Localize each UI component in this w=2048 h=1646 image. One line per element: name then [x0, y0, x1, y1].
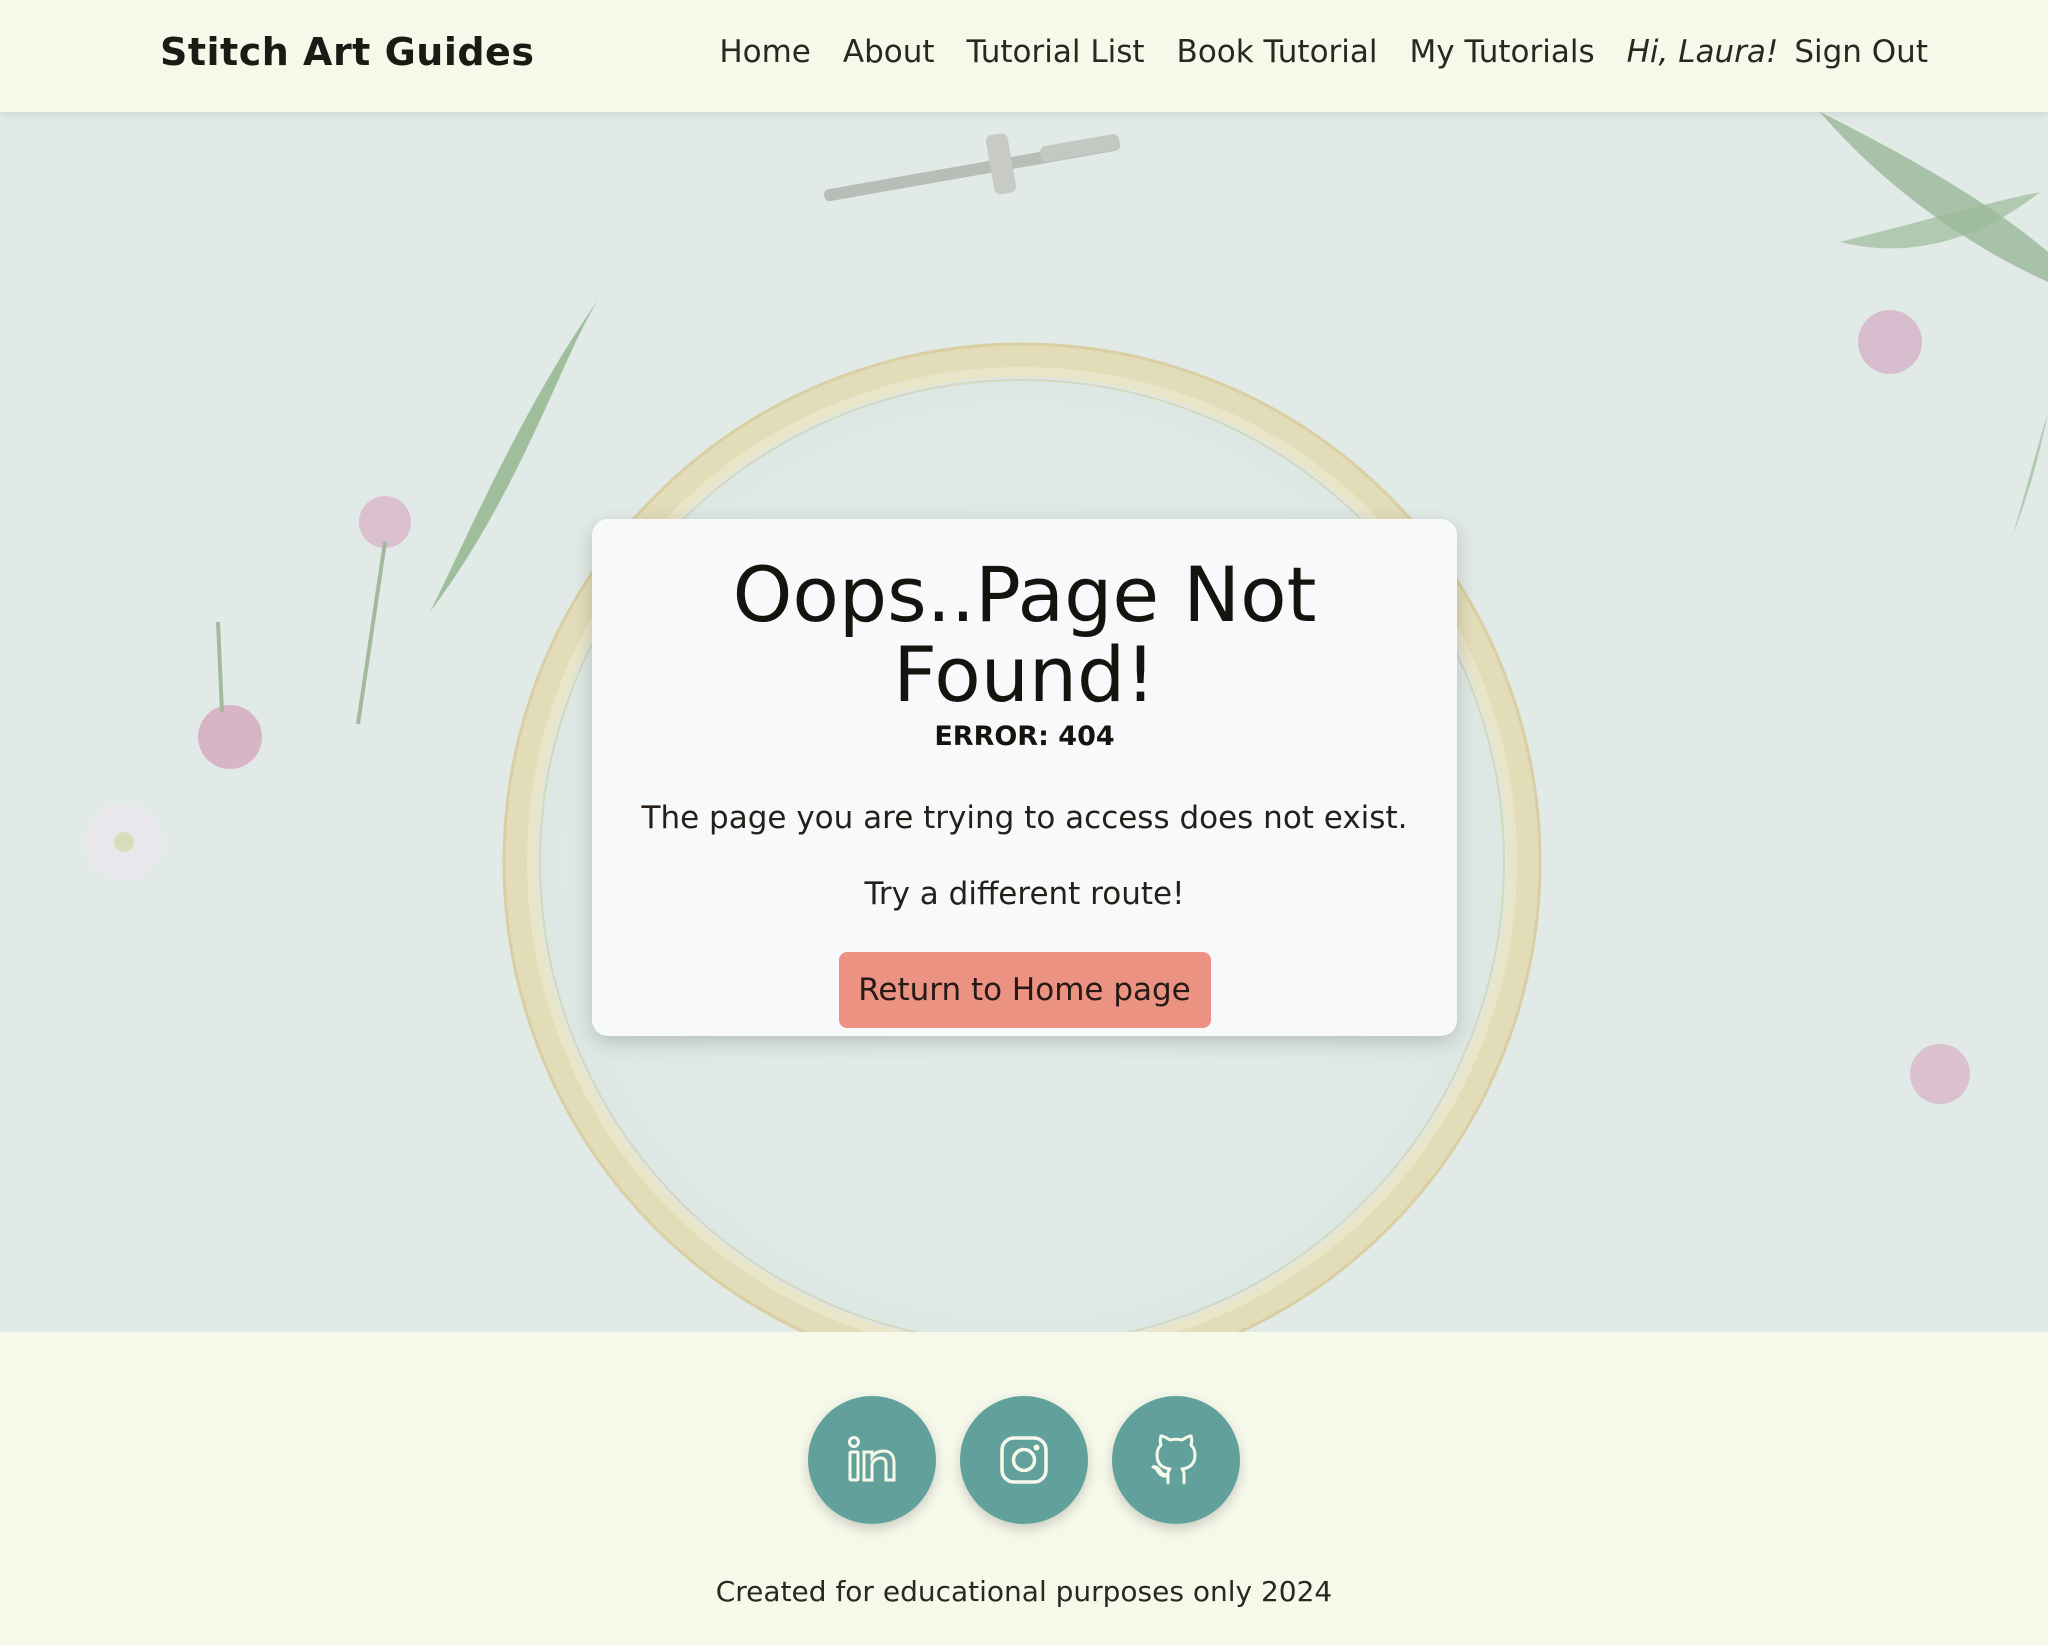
nav-tutorial-list[interactable]: Tutorial List — [967, 34, 1145, 70]
nav-book-tutorial[interactable]: Book Tutorial — [1177, 34, 1378, 70]
instagram-icon — [1000, 1436, 1048, 1484]
github-link[interactable] — [1112, 1396, 1240, 1524]
linkedin-icon — [848, 1436, 896, 1482]
hero-section: Oops..Page Not Found! ERROR: 404 The pag… — [0, 112, 2048, 1332]
return-home-button[interactable]: Return to Home page — [838, 951, 1211, 1028]
github-icon — [1151, 1434, 1197, 1485]
user-greeting: Hi, Laura! — [1626, 34, 1779, 70]
nav-my-tutorials[interactable]: My Tutorials — [1410, 34, 1595, 70]
footer: Created for educational purposes only 20… — [0, 1332, 2048, 1646]
footer-copyright: Created for educational purposes only 20… — [715, 1575, 1333, 1608]
error-title: Oops..Page Not Found! — [732, 550, 1317, 719]
error-message: The page you are trying to access does n… — [641, 799, 1408, 836]
brand-logo[interactable]: Stitch Art Guides — [160, 30, 534, 74]
navbar: Stitch Art Guides Home About Tutorial Li… — [0, 0, 2048, 112]
social-links — [0, 1396, 2048, 1524]
linkedin-link[interactable] — [808, 1396, 936, 1524]
error-card: Oops..Page Not Found! ERROR: 404 The pag… — [592, 519, 1457, 1036]
nav-links: Home About Tutorial List Book Tutorial M… — [719, 34, 1928, 70]
nav-about[interactable]: About — [843, 34, 935, 70]
error-suggestion: Try a different route! — [864, 875, 1185, 912]
nav-sign-out[interactable]: Sign Out — [1794, 34, 1928, 70]
nav-home[interactable]: Home — [719, 34, 811, 70]
instagram-link[interactable] — [960, 1396, 1088, 1524]
error-code: ERROR: 404 — [934, 720, 1115, 752]
